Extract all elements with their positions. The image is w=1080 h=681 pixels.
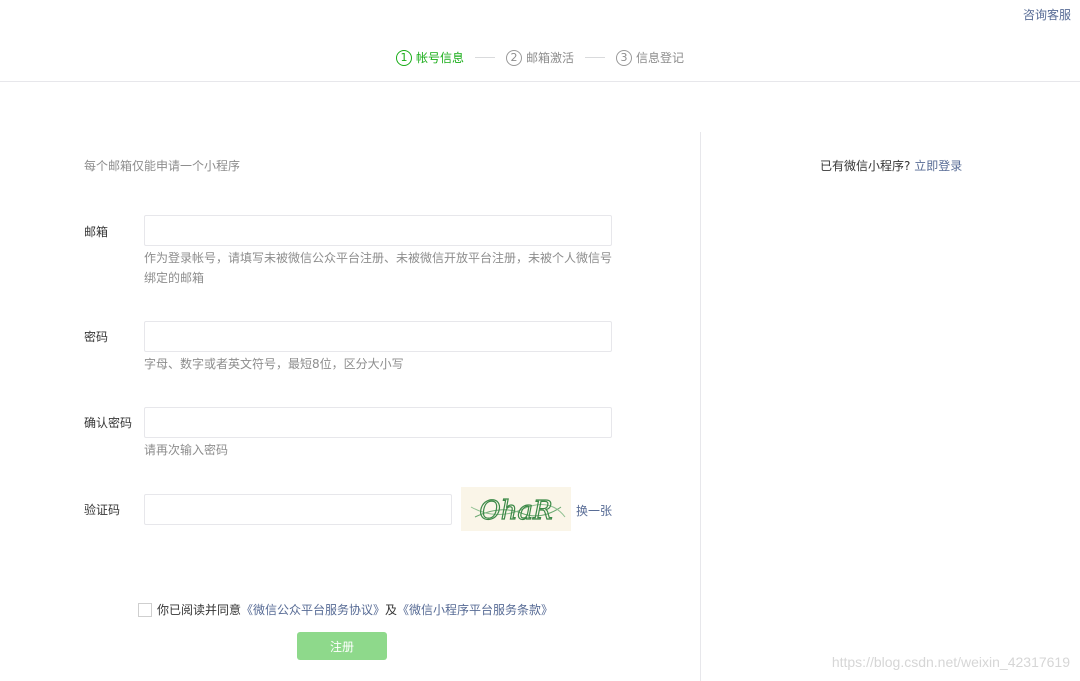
agreement-row: 你已阅读并同意 《微信公众平台服务协议》 及 《微信小程序平台服务条款》	[138, 601, 553, 618]
confirm-password-label: 确认密码	[84, 416, 133, 430]
confirm-password-tip: 请再次输入密码	[144, 443, 229, 457]
register-button[interactable]: 注册	[297, 632, 387, 660]
step-separator	[585, 57, 606, 58]
service-agreement-link[interactable]: 《微信公众平台服务协议》	[241, 601, 385, 618]
agreement-text: 你已阅读并同意	[157, 603, 242, 617]
top-bar: 咨询客服 1 帐号信息 2 邮箱激活 3 信息登记	[0, 0, 1080, 82]
captcha-graphic: OhaR	[470, 495, 566, 527]
change-captcha-link[interactable]: 换一张	[576, 502, 612, 519]
step-label: 信息登记	[636, 51, 685, 65]
login-question: 已有微信小程序?	[820, 159, 911, 173]
captcha-image[interactable]: OhaR	[461, 487, 571, 531]
step-info-registration: 3 信息登记	[616, 49, 684, 66]
watermark: https://blog.csdn.net/weixin_42317619	[831, 654, 1070, 670]
password-tip: 字母、数字或者英文符号，最短8位，区分大小写	[144, 357, 404, 371]
login-link[interactable]: 立即登录	[914, 159, 962, 173]
password-input[interactable]	[144, 321, 612, 352]
step-number-1: 1	[396, 49, 412, 66]
agreement-and: 及	[385, 603, 398, 617]
step-account-info: 1 帐号信息	[396, 49, 464, 66]
agreement-checkbox[interactable]	[138, 602, 152, 617]
email-label: 邮箱	[84, 225, 109, 239]
miniprogram-terms-link[interactable]: 《微信小程序平台服务条款》	[397, 601, 553, 618]
customer-service-link[interactable]: 咨询客服	[1023, 6, 1071, 23]
email-input[interactable]	[144, 215, 612, 246]
step-label: 邮箱激活	[526, 51, 575, 65]
password-label: 密码	[84, 330, 109, 344]
captcha-label: 验证码	[84, 503, 121, 517]
captcha-input[interactable]	[144, 494, 452, 525]
step-label: 帐号信息	[416, 51, 465, 65]
step-number-3: 3	[616, 49, 633, 66]
step-indicator: 1 帐号信息 2 邮箱激活 3 信息登记	[396, 49, 684, 66]
step-number-2: 2	[506, 49, 523, 66]
login-hint: 已有微信小程序? 立即登录	[820, 157, 962, 174]
form-note: 每个邮箱仅能申请一个小程序	[84, 159, 241, 173]
step-separator	[475, 57, 496, 58]
email-tip: 作为登录帐号，请填写未被微信公众平台注册、未被微信开放平台注册，未被个人微信号绑…	[144, 251, 613, 285]
step-email-activation: 2 邮箱激活	[506, 49, 574, 66]
column-divider	[700, 132, 701, 681]
captcha-text: OhaR	[479, 496, 552, 526]
confirm-password-input[interactable]	[144, 407, 612, 438]
